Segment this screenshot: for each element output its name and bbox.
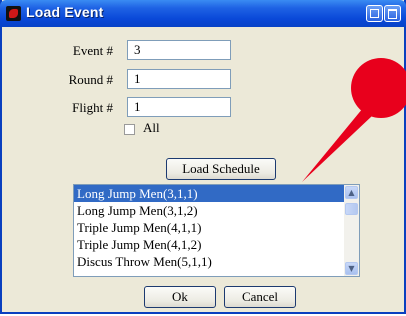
pin-needle xyxy=(302,108,372,182)
pin-head-icon xyxy=(351,58,406,118)
pin-annotation xyxy=(302,58,406,182)
